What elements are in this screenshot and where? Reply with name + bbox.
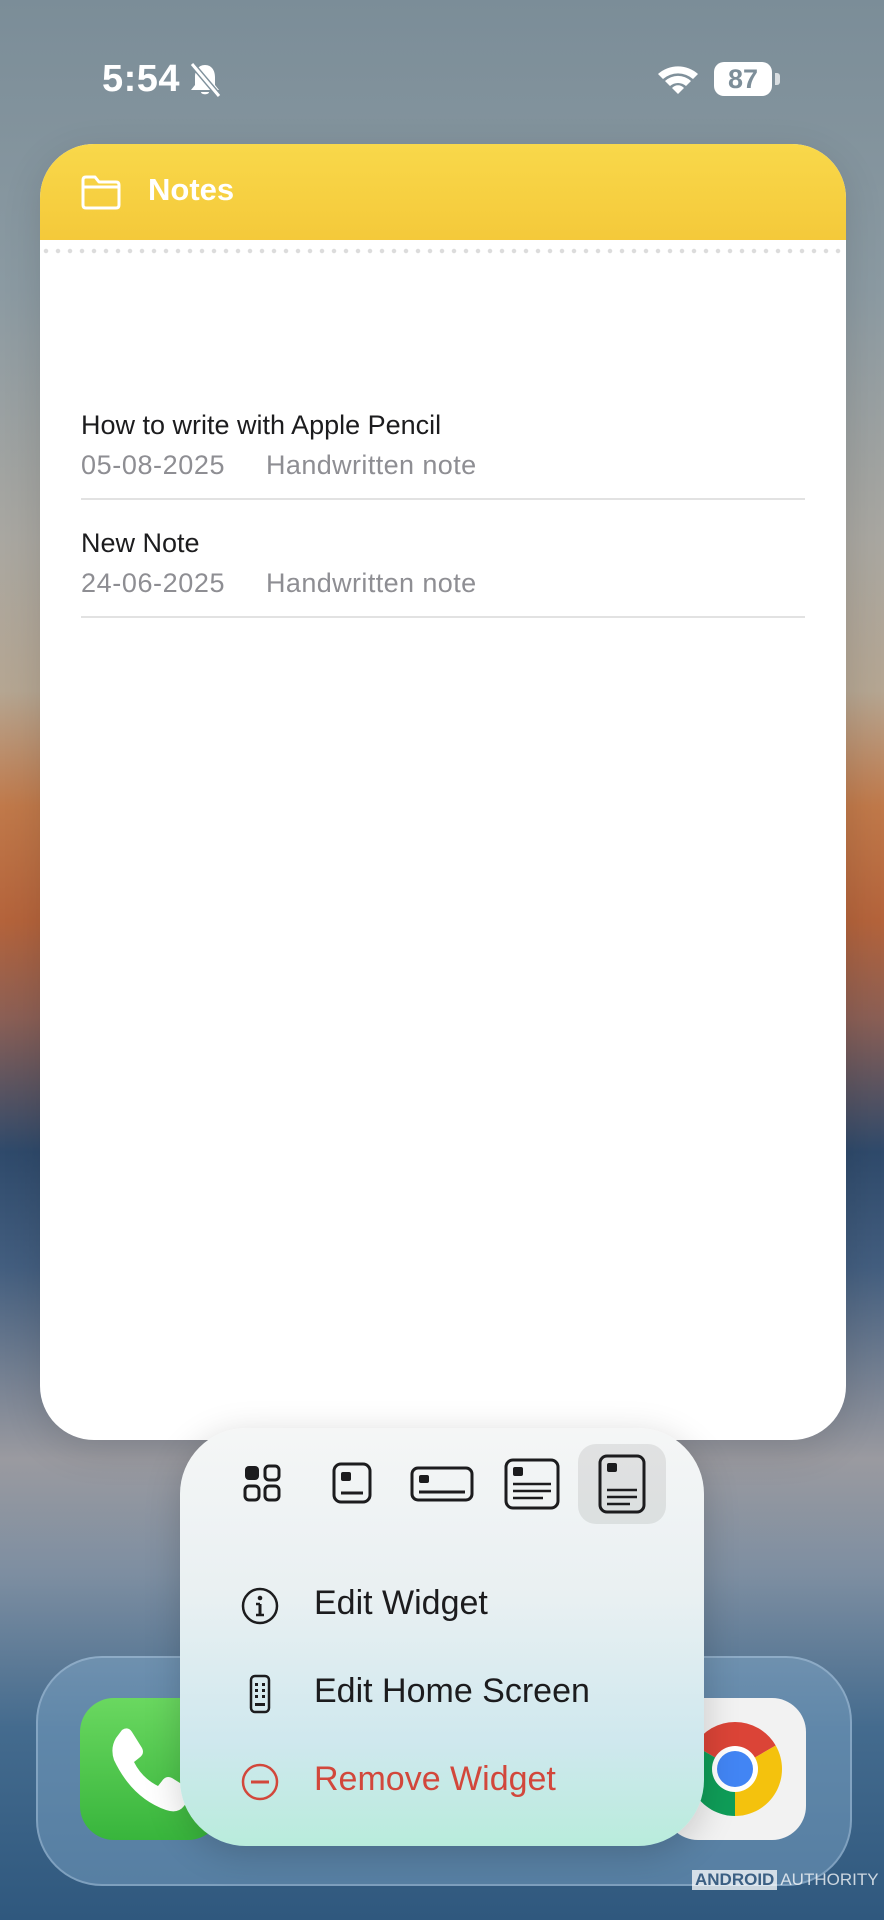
edit-home-screen-item[interactable]: Edit Home Screen	[180, 1654, 704, 1734]
watermark: ANDROID AUTHORITY	[692, 1870, 879, 1892]
widget-header: Notes	[40, 144, 846, 254]
note-date: 05-08-2025	[81, 450, 226, 480]
widget-size-picker	[180, 1428, 704, 1538]
note-item[interactable]: How to write with Apple Pencil 05-08-2025…	[81, 380, 805, 500]
folder-icon	[81, 175, 121, 210]
remove-widget-label: Remove Widget	[314, 1760, 556, 1798]
wifi-icon	[658, 66, 698, 94]
extra-large-widget-icon	[598, 1454, 646, 1514]
note-title: New Note	[81, 528, 200, 558]
remove-widget-item[interactable]: Remove Widget	[180, 1742, 704, 1822]
size-option-small[interactable]	[308, 1444, 396, 1524]
large-widget-icon	[504, 1458, 560, 1510]
battery-indicator: 87	[714, 62, 780, 96]
small-widget-icon	[332, 1462, 372, 1504]
widget-title: Notes	[148, 172, 235, 207]
medium-widget-icon	[410, 1466, 474, 1502]
size-option-extra-large[interactable]	[578, 1444, 666, 1524]
note-date: 24-06-2025	[81, 568, 226, 598]
status-time: 5:54	[102, 58, 181, 100]
minus-circle-icon	[241, 1763, 279, 1801]
watermark-brand-part1: ANDROID	[692, 1870, 778, 1890]
size-option-large[interactable]	[488, 1444, 576, 1524]
info-icon	[241, 1587, 279, 1625]
battery-tip	[775, 73, 780, 85]
notes-widget[interactable]: Notes How to write with Apple Pencil 05-0…	[40, 144, 846, 1440]
note-type: Handwritten note	[266, 568, 477, 598]
bell-slash-icon	[189, 62, 222, 98]
edit-widget-item[interactable]: Edit Widget	[180, 1566, 704, 1646]
phone-screen-icon	[249, 1674, 271, 1714]
edit-widget-label: Edit Widget	[314, 1584, 488, 1622]
note-item[interactable]: New Note 24-06-2025 Handwritten note	[81, 498, 805, 618]
watermark-brand-part2: AUTHORITY	[780, 1870, 879, 1889]
small-widgets-grid-icon	[243, 1464, 281, 1502]
note-title: How to write with Apple Pencil	[81, 410, 442, 440]
widget-context-menu: Edit Widget Edit Home Screen Remove Widg…	[180, 1428, 704, 1846]
edit-home-screen-label: Edit Home Screen	[314, 1672, 590, 1710]
size-option-small-grid[interactable]	[218, 1444, 306, 1524]
status-bar: 5:54 87	[0, 0, 884, 160]
note-type: Handwritten note	[266, 450, 477, 480]
battery-level: 87	[727, 64, 759, 94]
size-option-medium[interactable]	[398, 1444, 486, 1524]
